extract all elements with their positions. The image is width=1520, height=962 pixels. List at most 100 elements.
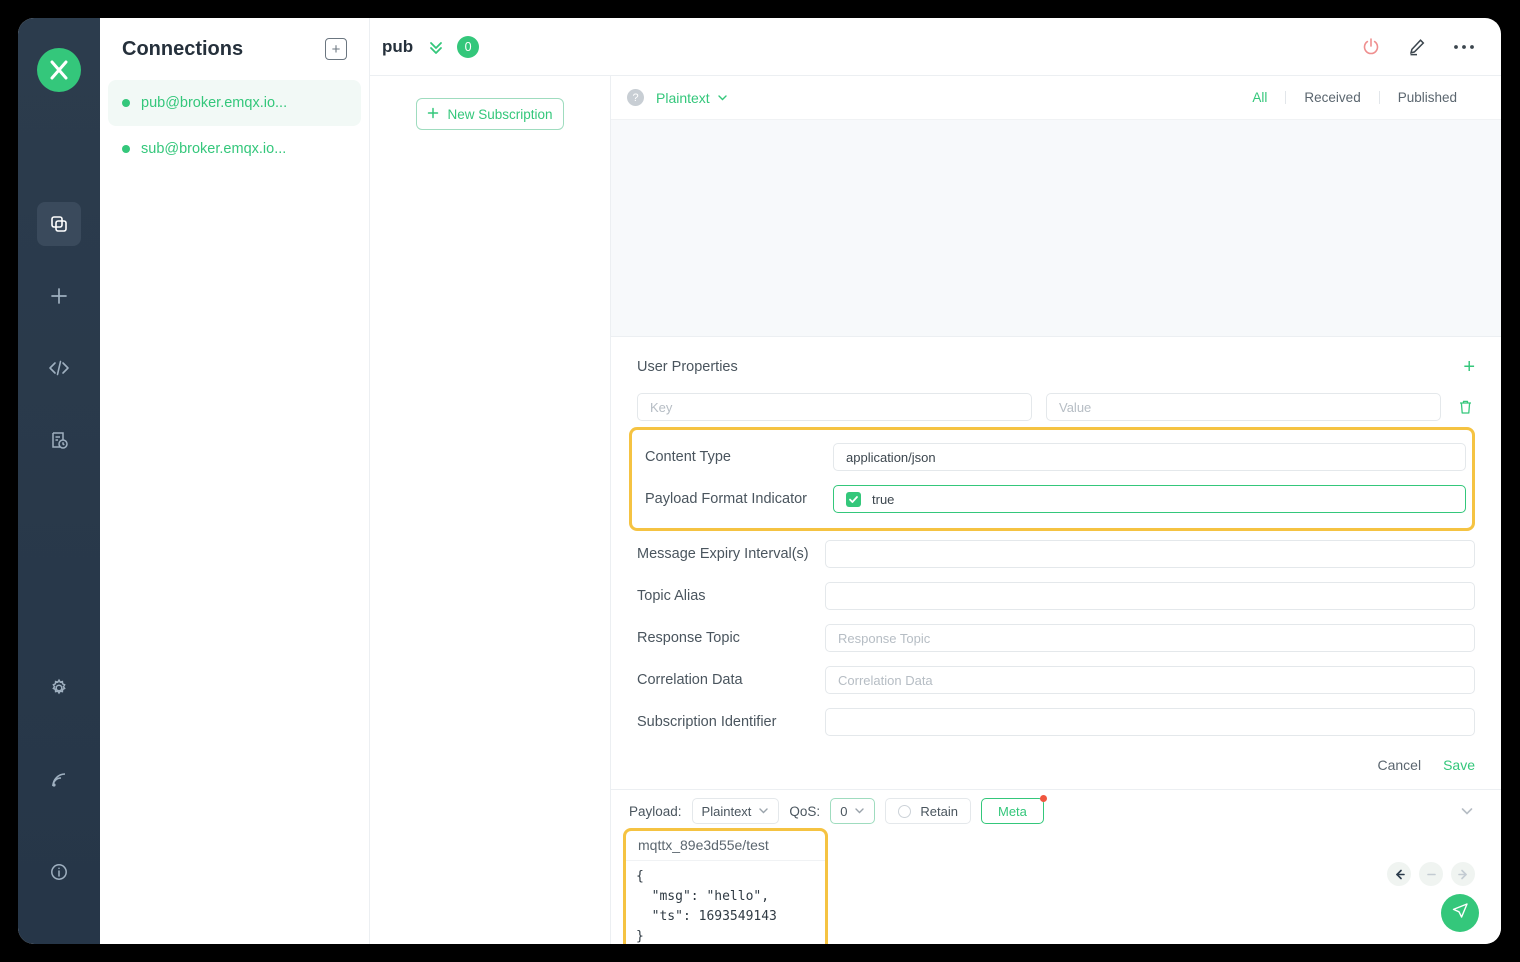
- info-icon: [49, 862, 69, 882]
- gear-icon: [49, 678, 69, 698]
- field-payload-format-indicator: Payload Format Indicator true: [637, 478, 1466, 520]
- next-message-button[interactable]: [1451, 862, 1475, 886]
- field-content-type: Content Type application/json: [637, 436, 1466, 478]
- sidebar-item-sub[interactable]: sub@broker.emqx.io...: [108, 126, 361, 172]
- rail-item-log[interactable]: [37, 418, 81, 462]
- log-icon: [49, 430, 69, 450]
- mqttx-logo-icon: [37, 48, 81, 92]
- connection-toolbar: pub 0: [370, 18, 1501, 76]
- payload-label: Payload:: [629, 803, 682, 819]
- field-topic-alias: Topic Alias: [629, 575, 1475, 617]
- subscription-identifier-input[interactable]: [825, 708, 1475, 736]
- save-button[interactable]: Save: [1443, 757, 1475, 773]
- page-title: pub: [382, 36, 414, 56]
- content-type-input[interactable]: application/json: [833, 443, 1466, 471]
- field-label: Subscription Identifier: [637, 714, 777, 730]
- rail-item-settings[interactable]: [37, 666, 81, 710]
- radio-icon: [898, 804, 912, 818]
- power-icon[interactable]: [1361, 37, 1381, 57]
- topic-alias-input[interactable]: [825, 582, 1475, 610]
- meta-label: Meta: [998, 803, 1027, 819]
- add-property-button[interactable]: +: [1463, 357, 1475, 377]
- payload-editor[interactable]: mqttx_89e3d55e/test { "msg": "hello", "t…: [623, 828, 828, 944]
- response-topic-input[interactable]: Response Topic: [825, 624, 1475, 652]
- send-icon: [1451, 901, 1470, 925]
- field-label: Content Type: [645, 449, 731, 465]
- payload-format-indicator-value: true: [872, 491, 895, 507]
- filter-published[interactable]: Published: [1380, 90, 1475, 105]
- content-row: New Subscription ? Plaintext All Receive…: [370, 76, 1501, 944]
- message-filters: All Received Published: [1234, 90, 1475, 105]
- field-label: Topic Alias: [637, 588, 706, 604]
- chevron-down-icon: [854, 804, 865, 819]
- field-subscription-identifier: Subscription Identifier: [629, 701, 1475, 743]
- status-dot-icon: [122, 99, 130, 107]
- user-properties-panel: User Properties + Key Value Content Type…: [611, 336, 1501, 789]
- subscriptions-panel: New Subscription: [370, 76, 611, 944]
- rail-item-scripts[interactable]: [37, 346, 81, 390]
- filter-all[interactable]: All: [1234, 90, 1285, 105]
- app-window: Connections + pub@broker.emqx.io... sub@…: [18, 18, 1501, 944]
- chevron-double-down-icon[interactable]: [427, 38, 445, 56]
- property-value-input[interactable]: Value: [1046, 393, 1441, 421]
- rail-item-new-connection[interactable]: [37, 274, 81, 318]
- add-connection-button[interactable]: +: [325, 38, 347, 60]
- topic-input[interactable]: mqttx_89e3d55e/test: [626, 831, 825, 861]
- payload-textarea[interactable]: { "msg": "hello", "ts": 1693549143 }: [626, 861, 825, 944]
- new-subscription-label: New Subscription: [447, 106, 553, 122]
- rail-item-about[interactable]: [37, 850, 81, 894]
- field-correlation-data: Correlation Data Correlation Data: [629, 659, 1475, 701]
- message-expiry-interval-input[interactable]: [825, 540, 1475, 568]
- connection-label: pub@broker.emqx.io...: [141, 95, 288, 111]
- field-message-expiry-interval: Message Expiry Interval(s): [629, 533, 1475, 575]
- composer-toolbar: Payload: Plaintext QoS: 0 Retain Meta: [611, 790, 1501, 832]
- cancel-button[interactable]: Cancel: [1377, 757, 1421, 773]
- property-key-input[interactable]: Key: [637, 393, 1032, 421]
- rail-item-broker[interactable]: [37, 758, 81, 802]
- field-label: Payload Format Indicator: [645, 491, 807, 507]
- message-count-badge: 0: [457, 35, 480, 58]
- signal-icon: [49, 770, 69, 790]
- properties-footer: Cancel Save: [629, 743, 1475, 789]
- retain-toggle[interactable]: Retain: [885, 798, 971, 824]
- message-toolbar: ? Plaintext All Received Published: [611, 76, 1501, 120]
- field-label: Correlation Data: [637, 672, 743, 688]
- plus-icon: [427, 107, 439, 122]
- payload-format-select[interactable]: Plaintext: [691, 798, 780, 824]
- more-icon[interactable]: [1453, 44, 1475, 50]
- status-dot-icon: [122, 145, 130, 153]
- connections-panel: Connections + pub@broker.emqx.io... sub@…: [100, 18, 370, 944]
- send-button[interactable]: [1441, 894, 1479, 932]
- sidebar-item-pub[interactable]: pub@broker.emqx.io...: [108, 80, 361, 126]
- edit-icon[interactable]: [1407, 37, 1427, 57]
- qos-select[interactable]: 0: [830, 798, 876, 824]
- payload-format-selector[interactable]: Plaintext: [656, 90, 728, 106]
- help-icon[interactable]: ?: [627, 89, 644, 106]
- icon-rail: [18, 18, 100, 944]
- clear-message-button[interactable]: [1419, 862, 1443, 886]
- checkbox-checked-icon[interactable]: [846, 491, 861, 507]
- filter-received[interactable]: Received: [1286, 90, 1378, 105]
- correlation-data-input[interactable]: Correlation Data: [825, 666, 1475, 694]
- collapse-icon[interactable]: [1459, 803, 1475, 819]
- qos-label: QoS:: [789, 803, 821, 819]
- new-subscription-button[interactable]: New Subscription: [416, 98, 564, 130]
- retain-label: Retain: [920, 803, 958, 819]
- message-pane: ? Plaintext All Received Published User …: [611, 76, 1501, 944]
- qos-value: 0: [840, 803, 848, 819]
- chevron-down-icon: [758, 804, 769, 819]
- property-key-value-row: Key Value: [629, 393, 1475, 421]
- delete-property-icon[interactable]: [1455, 399, 1475, 415]
- payload-format-label: Plaintext: [656, 89, 710, 106]
- field-label: Response Topic: [637, 630, 740, 646]
- chevron-down-icon: [717, 90, 728, 106]
- code-icon: [48, 358, 70, 378]
- main-area: pub 0 New Subscription ? Plaintext All R…: [370, 18, 1501, 944]
- plus-icon: [48, 285, 70, 307]
- meta-button[interactable]: Meta: [981, 795, 1047, 824]
- rail-item-connections[interactable]: [37, 202, 81, 246]
- message-list[interactable]: [611, 120, 1501, 336]
- payload-format-indicator-input[interactable]: true: [833, 485, 1466, 513]
- previous-message-button[interactable]: [1387, 862, 1411, 886]
- field-label: Message Expiry Interval(s): [637, 546, 809, 562]
